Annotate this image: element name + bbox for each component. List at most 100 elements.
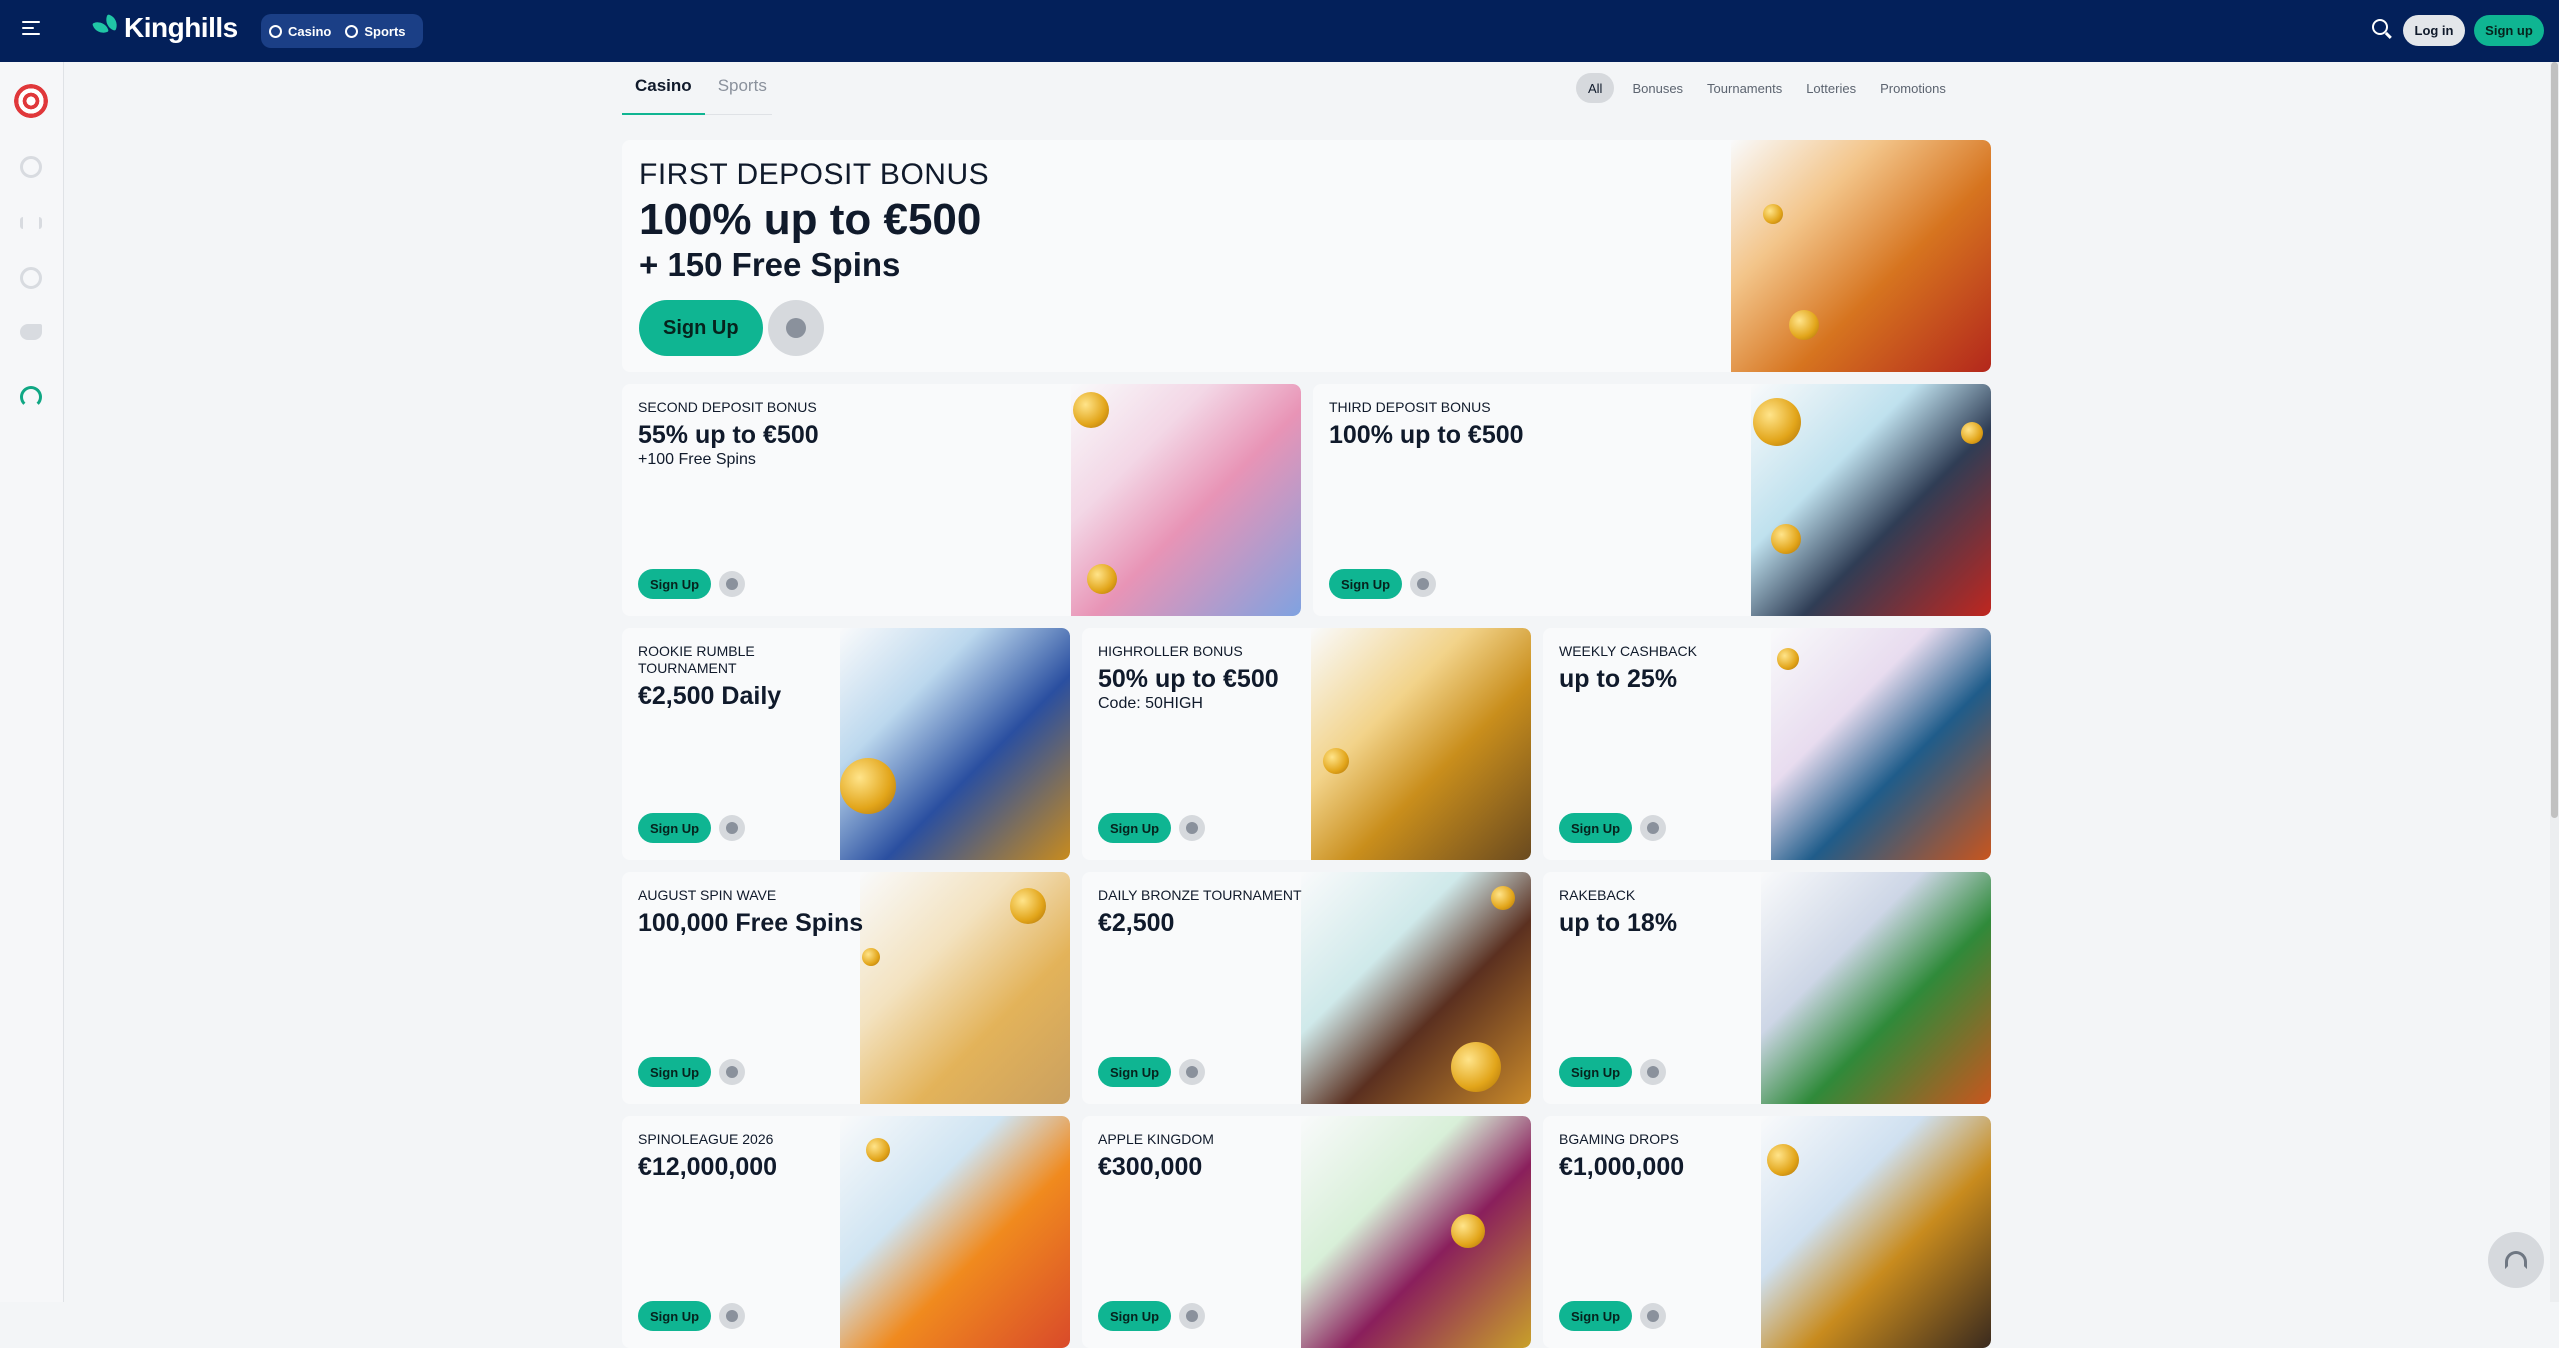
promo-value: 50% up to €500 bbox=[1098, 665, 1279, 693]
geisha-image bbox=[840, 1116, 1070, 1348]
trophy-woman-image bbox=[1301, 872, 1531, 1104]
promo-title: SECOND DEPOSIT BONUS bbox=[638, 399, 817, 415]
brand-logo[interactable]: Kinghills bbox=[92, 12, 238, 44]
nav-sports-label: Sports bbox=[364, 23, 406, 39]
sidebar bbox=[0, 62, 64, 1302]
promo-value: €300,000 bbox=[1098, 1153, 1203, 1181]
coin-icon bbox=[1763, 204, 1783, 224]
promo-value: €2,500 Daily bbox=[638, 682, 782, 710]
promo-value: up to 18% bbox=[1559, 909, 1678, 937]
info-icon[interactable] bbox=[719, 1303, 746, 1329]
promo-title: DAILY BRONZE TOURNAMENT bbox=[1098, 887, 1302, 903]
info-icon[interactable] bbox=[1640, 1303, 1667, 1329]
signup-button[interactable]: Sign Up bbox=[1098, 1301, 1172, 1331]
coin-icon bbox=[1771, 524, 1801, 554]
filter-lotteries[interactable]: Lotteries bbox=[1800, 73, 1862, 103]
hero-subline: + 150 Free Spins bbox=[639, 246, 901, 283]
promo-card[interactable]: HIGHROLLER BONUS 50% up to €500 Code: 50… bbox=[1082, 628, 1531, 860]
hero-title: FIRST DEPOSIT BONUS bbox=[639, 158, 990, 191]
filter-bonuses[interactable]: Bonuses bbox=[1626, 73, 1689, 103]
emperor-image bbox=[840, 628, 1070, 860]
promo-card[interactable]: THIRD DEPOSIT BONUS 100% up to €500 Sign… bbox=[1313, 384, 1991, 616]
search-icon[interactable] bbox=[2372, 19, 2394, 41]
promo-value: €2,500 bbox=[1098, 909, 1175, 937]
monkey-king-image bbox=[1731, 140, 1991, 372]
filter-promotions[interactable]: Promotions bbox=[1874, 73, 1952, 103]
signup-button[interactable]: Sign Up bbox=[1329, 569, 1403, 599]
promo-value: 55% up to €500 bbox=[638, 421, 819, 449]
support-icon[interactable] bbox=[20, 386, 42, 408]
scrollbar[interactable] bbox=[2550, 62, 2559, 1302]
promo-title: BGAMING DROPS bbox=[1559, 1131, 1679, 1147]
coin-icon bbox=[840, 758, 896, 814]
filter-tournaments[interactable]: Tournaments bbox=[1701, 73, 1788, 103]
signup-button[interactable]: Sign Up bbox=[638, 813, 712, 843]
promo-card[interactable]: DAILY BRONZE TOURNAMENT €2,500 Sign Up bbox=[1082, 872, 1531, 1104]
promo-card[interactable]: AUGUST SPIN WAVE 100,000 Free Spins Sign… bbox=[622, 872, 1070, 1104]
logo-icon bbox=[92, 14, 120, 41]
dumbbell-icon[interactable] bbox=[20, 217, 42, 229]
info-icon[interactable] bbox=[719, 571, 746, 597]
info-icon[interactable] bbox=[1179, 815, 1206, 841]
tab-casino[interactable]: Casino bbox=[622, 70, 705, 115]
basketball-icon[interactable] bbox=[20, 267, 42, 289]
hero-headline: 100% up to €500 bbox=[639, 195, 982, 244]
dragon-image bbox=[1071, 384, 1301, 616]
info-icon[interactable] bbox=[719, 1059, 746, 1085]
coin-icon bbox=[1753, 398, 1801, 446]
football-icon[interactable] bbox=[20, 156, 42, 178]
coin-icon bbox=[1961, 422, 1983, 444]
promo-sub: +100 Free Spins bbox=[638, 451, 756, 468]
tab-sports[interactable]: Sports bbox=[705, 70, 780, 115]
horse-icon[interactable] bbox=[20, 324, 42, 340]
dart-icon[interactable] bbox=[14, 84, 48, 118]
promo-card[interactable]: SECOND DEPOSIT BONUS 55% up to €500 +100… bbox=[622, 384, 1301, 616]
signup-button[interactable]: Sign up bbox=[2474, 15, 2544, 46]
promo-value: up to 25% bbox=[1559, 665, 1678, 693]
golden-dragon-image bbox=[1311, 628, 1531, 860]
info-icon[interactable] bbox=[719, 815, 746, 841]
signup-button[interactable]: Sign Up bbox=[1098, 1057, 1172, 1087]
signup-button[interactable]: Sign Up bbox=[1559, 1057, 1633, 1087]
menu-icon[interactable] bbox=[22, 21, 40, 39]
info-icon[interactable] bbox=[767, 300, 824, 356]
info-icon[interactable] bbox=[1179, 1303, 1206, 1329]
promo-title: AUGUST SPIN WAVE bbox=[638, 887, 777, 903]
golden-woman-image bbox=[860, 872, 1070, 1104]
promo-title: THIRD DEPOSIT BONUS bbox=[1329, 399, 1491, 415]
promo-card[interactable]: SPINOLEAGUE 2026 €12,000,000 Sign Up bbox=[622, 1116, 1070, 1348]
hero-promo-card[interactable]: FIRST DEPOSIT BONUS 100% up to €500 + 15… bbox=[622, 140, 1991, 372]
signup-button[interactable]: Sign Up bbox=[1559, 1301, 1633, 1331]
info-icon[interactable] bbox=[1410, 571, 1437, 597]
nav-casino[interactable]: Casino bbox=[269, 24, 331, 39]
scrollbar-thumb[interactable] bbox=[2551, 62, 2558, 818]
hero-signup-button[interactable]: Sign Up bbox=[639, 300, 763, 356]
rakeback-dragon-image bbox=[1761, 872, 1991, 1104]
promo-card[interactable]: ROOKIE RUMBLE TOURNAMENT €2,500 Daily Si… bbox=[622, 628, 1070, 860]
coin-icon bbox=[1323, 748, 1349, 774]
promo-card[interactable]: RAKEBACK up to 18% Sign Up bbox=[1543, 872, 1991, 1104]
casino-icon bbox=[269, 24, 282, 38]
nav-sports[interactable]: Sports bbox=[345, 23, 406, 39]
signup-button[interactable]: Sign Up bbox=[638, 1301, 712, 1331]
info-icon[interactable] bbox=[1179, 1059, 1206, 1085]
coin-icon bbox=[1451, 1042, 1501, 1092]
promo-card[interactable]: WEEKLY CASHBACK up to 25% Sign Up bbox=[1543, 628, 1991, 860]
promo-title: WEEKLY CASHBACK bbox=[1559, 643, 1697, 659]
info-icon[interactable] bbox=[1640, 1059, 1667, 1085]
signup-button[interactable]: Sign Up bbox=[1559, 813, 1633, 843]
support-chat-button[interactable] bbox=[2488, 1232, 2544, 1288]
filter-all[interactable]: All bbox=[1576, 73, 1615, 103]
signup-button[interactable]: Sign Up bbox=[638, 1057, 712, 1087]
login-button[interactable]: Log in bbox=[2403, 15, 2465, 46]
info-icon[interactable] bbox=[1640, 815, 1667, 841]
product-switch: Casino Sports bbox=[261, 14, 423, 48]
coin-icon bbox=[1010, 888, 1046, 924]
signup-button[interactable]: Sign Up bbox=[1098, 813, 1172, 843]
signup-button[interactable]: Sign Up bbox=[638, 569, 712, 599]
promo-card[interactable]: BGAMING DROPS €1,000,000 Sign Up bbox=[1543, 1116, 1991, 1348]
sports-icon bbox=[345, 24, 359, 38]
headset-icon bbox=[2505, 1251, 2527, 1269]
coin-icon bbox=[1451, 1214, 1485, 1248]
promo-card[interactable]: APPLE KINGDOM €300,000 Sign Up bbox=[1082, 1116, 1531, 1348]
